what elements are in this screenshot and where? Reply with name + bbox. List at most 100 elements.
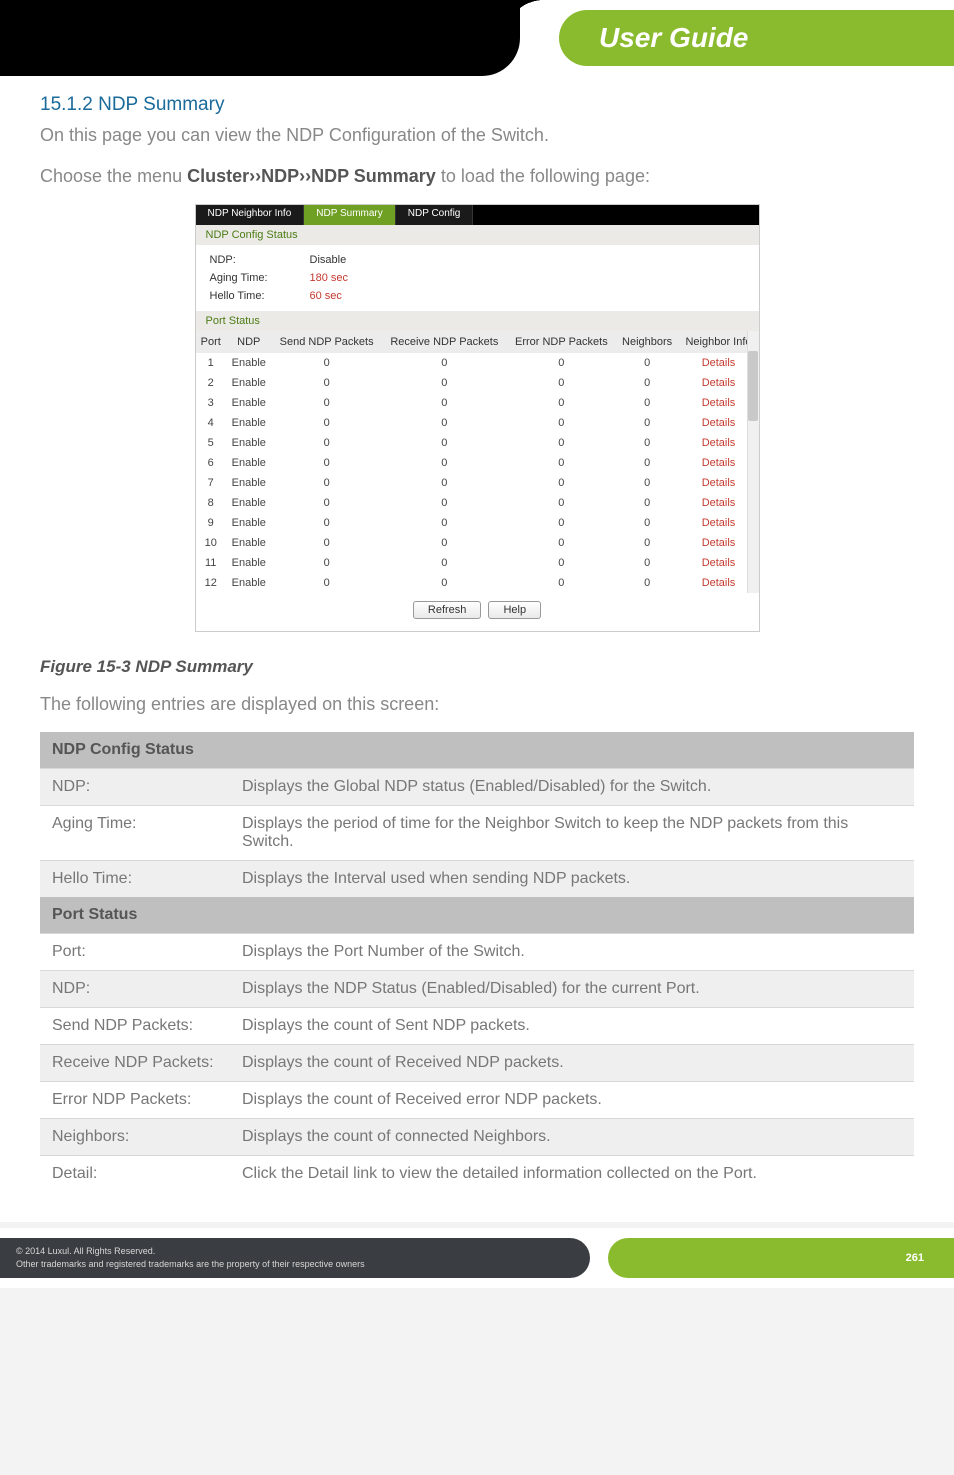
table-cell: 0	[272, 473, 382, 493]
glossary-key: Error NDP Packets:	[40, 1082, 230, 1119]
port-status-table: Port NDP Send NDP Packets Receive NDP Pa…	[196, 331, 759, 593]
header-green-pill: User Guide	[559, 10, 954, 66]
table-cell: Enable	[226, 573, 272, 593]
table-cell: 10	[196, 533, 226, 553]
footer-trademark: Other trademarks and registered trademar…	[16, 1258, 574, 1271]
table-row: 11Enable0000Details	[196, 553, 759, 573]
glossary-row: Receive NDP Packets: Displays the count …	[40, 1045, 914, 1082]
table-cell: 0	[382, 513, 507, 533]
table-cell: 0	[507, 393, 616, 413]
glossary-header-port-status: Port Status	[40, 897, 914, 934]
table-cell: 6	[196, 453, 226, 473]
glossary-row: NDP: Displays the NDP Status (Enabled/Di…	[40, 971, 914, 1008]
tab-ndp-summary[interactable]: NDP Summary	[304, 205, 396, 225]
screenshot-buttons: Refresh Help	[196, 593, 759, 631]
tab-ndp-neighbor-info[interactable]: NDP Neighbor Info	[196, 205, 305, 225]
tab-ndp-config[interactable]: NDP Config	[396, 205, 474, 225]
table-cell: 0	[616, 433, 679, 453]
choose-menu-text: Choose the menu Cluster››NDP››NDP Summar…	[40, 163, 914, 190]
help-button[interactable]: Help	[488, 601, 541, 619]
guide-title: User Guide	[599, 22, 748, 54]
table-row: 1Enable0000Details	[196, 353, 759, 373]
choose-pre: Choose the menu	[40, 166, 187, 186]
scrollbar-thumb[interactable]	[748, 351, 758, 421]
glossary-row: Port: Displays the Port Number of the Sw…	[40, 934, 914, 971]
config-row-aging: Aging Time: 180 sec	[210, 269, 745, 287]
glossary-value: Displays the Port Number of the Switch.	[230, 934, 914, 971]
glossary-row: Neighbors: Displays the count of connect…	[40, 1119, 914, 1156]
table-cell: Enable	[226, 553, 272, 573]
glossary-hdr-text: NDP Config Status	[40, 732, 914, 769]
table-cell: Enable	[226, 533, 272, 553]
glossary-key: NDP:	[40, 971, 230, 1008]
choose-bold: Cluster››NDP››NDP Summary	[187, 166, 436, 186]
glossary-row: Send NDP Packets: Displays the count of …	[40, 1008, 914, 1045]
glossary-value: Displays the Interval used when sending …	[230, 861, 914, 898]
page-number: 261	[906, 1252, 924, 1264]
intro-text: On this page you can view the NDP Config…	[40, 122, 914, 149]
header-bar: User Guide	[0, 0, 954, 76]
refresh-button[interactable]: Refresh	[413, 601, 482, 619]
table-row: 6Enable0000Details	[196, 453, 759, 473]
table-cell: 3	[196, 393, 226, 413]
table-cell: 8	[196, 493, 226, 513]
config-key: Hello Time:	[210, 290, 310, 302]
table-cell: 0	[382, 573, 507, 593]
table-cell: 0	[272, 533, 382, 553]
table-cell: 0	[616, 353, 679, 373]
scrollbar-track[interactable]	[747, 331, 759, 593]
glossary-key: Hello Time:	[40, 861, 230, 898]
table-cell: 0	[507, 353, 616, 373]
table-cell: 0	[272, 393, 382, 413]
table-cell: 0	[616, 513, 679, 533]
glossary-key: Port:	[40, 934, 230, 971]
table-cell: 0	[382, 393, 507, 413]
table-cell: 7	[196, 473, 226, 493]
glossary-key: Send NDP Packets:	[40, 1008, 230, 1045]
glossary-key: Receive NDP Packets:	[40, 1045, 230, 1082]
table-row: 10Enable0000Details	[196, 533, 759, 553]
table-cell: Enable	[226, 513, 272, 533]
glossary-key: Neighbors:	[40, 1119, 230, 1156]
header-black-panel	[0, 0, 520, 76]
table-cell: 0	[272, 453, 382, 473]
glossary-row: Aging Time: Displays the period of time …	[40, 806, 914, 861]
table-cell: 0	[382, 413, 507, 433]
table-cell: 0	[507, 413, 616, 433]
footer-copyright: © 2014 Luxul. All Rights Reserved.	[16, 1245, 574, 1258]
table-row: 12Enable0000Details	[196, 573, 759, 593]
table-cell: Enable	[226, 473, 272, 493]
glossary-value: Displays the count of connected Neighbor…	[230, 1119, 914, 1156]
col-error: Error NDP Packets	[507, 331, 616, 353]
glossary-value: Displays the period of time for the Neig…	[230, 806, 914, 861]
table-cell: 0	[272, 553, 382, 573]
table-row: 8Enable0000Details	[196, 493, 759, 513]
table-cell: 0	[272, 513, 382, 533]
glossary-key: Aging Time:	[40, 806, 230, 861]
footer-right-panel: 261	[608, 1238, 954, 1278]
table-cell: 0	[382, 373, 507, 393]
table-cell: 0	[272, 573, 382, 593]
config-value: 60 sec	[310, 290, 342, 302]
table-cell: 0	[507, 473, 616, 493]
page-content: 15.1.2 NDP Summary On this page you can …	[0, 76, 954, 1222]
table-cell: Enable	[226, 493, 272, 513]
col-send: Send NDP Packets	[272, 331, 382, 353]
table-cell: Enable	[226, 433, 272, 453]
config-row-ndp: NDP: Disable	[210, 251, 745, 269]
footer-bar: © 2014 Luxul. All Rights Reserved. Other…	[0, 1228, 954, 1288]
table-row: 9Enable0000Details	[196, 513, 759, 533]
figure-caption: Figure 15-3 NDP Summary	[40, 657, 914, 677]
table-cell: 4	[196, 413, 226, 433]
table-cell: 0	[616, 493, 679, 513]
footer-left-panel: © 2014 Luxul. All Rights Reserved. Other…	[0, 1238, 590, 1278]
table-cell: 0	[272, 493, 382, 513]
config-row-hello: Hello Time: 60 sec	[210, 287, 745, 305]
table-cell: 12	[196, 573, 226, 593]
table-header-row: Port NDP Send NDP Packets Receive NDP Pa…	[196, 331, 759, 353]
table-cell: 0	[382, 533, 507, 553]
section-heading: 15.1.2 NDP Summary	[40, 94, 914, 116]
screenshot-container: NDP Neighbor Info NDP Summary NDP Config…	[40, 204, 914, 632]
table-cell: 0	[507, 573, 616, 593]
config-status-header: NDP Config Status	[196, 225, 759, 245]
